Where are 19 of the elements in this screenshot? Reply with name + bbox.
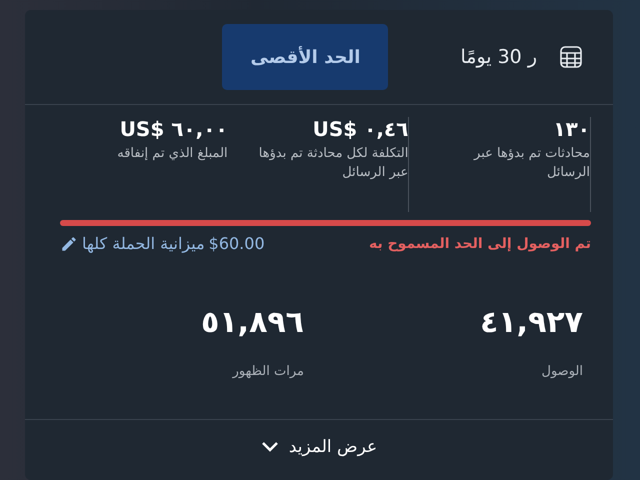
show-more-button[interactable]: عرض المزيد xyxy=(254,436,384,458)
stat-label: المبلغ الذي تم إنفاقه xyxy=(116,145,228,163)
edit-icon[interactable] xyxy=(60,234,78,252)
budget-label: ميزانية الحملة كلها xyxy=(82,234,205,253)
stat-value: US$ ٦٠,٠٠ xyxy=(118,117,228,141)
stat-value: US$ ٠,٤٦ xyxy=(312,117,408,141)
calendar-icon xyxy=(559,45,583,69)
metric-label: مرات الظهور xyxy=(231,364,304,379)
stat-label: محادثات تم بدؤها عبر الرسائل xyxy=(472,145,590,182)
metric-value: ٥١,٨٩٦ xyxy=(200,305,304,340)
stat-label: التكلفة لكل محادثة تم بدؤها عبر الرسائل xyxy=(258,145,408,182)
metric-label: الوصول xyxy=(540,364,583,379)
budget-status: تم الوصول إلى الحد المسموح به xyxy=(368,236,591,252)
period-label: ر 30 يومًا xyxy=(460,46,537,68)
chevron-down-icon xyxy=(260,441,279,453)
stat-value: ١٣٠ xyxy=(552,117,590,141)
budget-amount: $60.00 xyxy=(208,234,265,253)
maximum-button[interactable]: الحد الأقصى xyxy=(222,24,388,90)
metric-value: ٤١,٩٢٧ xyxy=(479,305,583,340)
